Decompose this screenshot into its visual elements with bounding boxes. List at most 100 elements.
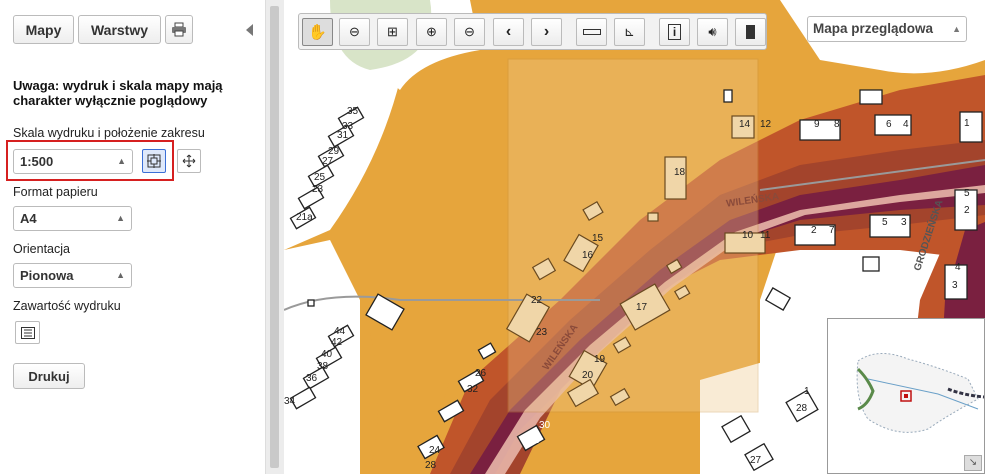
list-icon [20,326,35,339]
house-number: 10 [742,230,754,241]
hand-pan-icon: ✋ [308,24,327,41]
house-number: 3 [952,280,958,291]
house-number: 2 [964,205,970,216]
map-toolbar: ✋ ⊖ ⊞ ⊕ ⊖ ‹ › ⊾ i 🔊︎ [298,13,767,50]
calculator-icon [746,25,755,39]
print-button[interactable]: Drukuj [13,363,85,389]
frame-select-icon [147,154,161,168]
paper-select[interactable]: A4 ▲ [13,206,132,231]
house-number: 7 [829,225,835,236]
select-arrow-icon: ▲ [116,270,125,280]
printer-icon [172,22,186,37]
house-number: 28 [425,460,437,471]
house-number: 28 [796,403,808,414]
info-icon: i [667,24,682,40]
print-tab-button[interactable] [165,15,193,44]
zoom-out-box-icon: ⊖ [349,24,360,39]
tab-maps[interactable]: Mapy [13,15,74,44]
next-extent-button[interactable]: › [531,18,562,46]
orientation-label: Orientacja [13,242,70,256]
paper-label: Format papieru [13,185,98,199]
house-number: 17 [636,302,648,313]
house-number: 1 [964,118,970,129]
next-extent-icon: › [543,23,550,40]
orientation-value: Pionowa [20,268,74,283]
orientation-select[interactable]: Pionowa ▲ [13,263,132,288]
house-number: 20 [582,370,594,381]
contents-label: Zawartość wydruku [13,299,121,313]
zoom-box-button[interactable]: ⊖ [339,18,370,46]
house-number: 27 [750,455,762,466]
house-number: 42 [331,337,343,348]
speaker-icon: 🔊︎ [708,24,717,39]
overview-map[interactable]: ↘ [827,318,985,474]
house-number: 5 [964,188,970,199]
house-number: 2 [811,225,817,236]
prev-extent-button[interactable]: ‹ [493,18,524,46]
house-number: 4 [903,119,909,130]
tab-layers[interactable]: Warstwy [78,15,161,44]
prev-extent-icon: ‹ [505,23,512,40]
measure-distance-button[interactable] [576,18,607,46]
move-extent-button[interactable] [177,149,201,173]
house-number: 21 [528,435,540,446]
house-number: 27 [322,156,334,167]
pan-button[interactable]: ✋ [302,18,333,46]
house-number: 23 [536,327,548,338]
measure-area-button[interactable]: ⊾ [614,18,645,46]
house-number: 21a [296,212,313,223]
house-number: 38 [317,361,329,372]
house-number: 22 [531,295,543,306]
measure-distance-icon [582,29,601,35]
house-number: 24 [429,445,441,456]
house-number: 12 [760,119,772,130]
zoom-out-button[interactable]: ⊖ [454,18,485,46]
print-notice: Uwaga: wydruk i skala mapy mają charakte… [13,78,223,108]
zoom-in-icon: ⊕ [426,24,437,39]
house-number: 11 [760,230,771,241]
paper-value: A4 [20,211,37,226]
house-number: 36 [306,373,318,384]
house-number: 35 [347,106,359,117]
full-extent-icon: ⊞ [387,24,398,39]
house-number: 31 [337,130,349,141]
house-number: 5 [882,217,888,228]
overview-canvas [856,353,985,433]
panel-splitter[interactable] [266,0,284,474]
house-number: 19 [594,354,606,365]
house-number: 8 [834,119,840,130]
house-number: 30 [539,420,551,431]
house-number: 14 [739,119,751,130]
scale-select[interactable]: 1:500 ▲ [13,149,133,174]
contents-button[interactable] [15,321,40,344]
house-number: 4 [955,262,961,273]
info-button[interactable]: i [659,18,690,46]
measure-area-icon: ⊾ [624,24,635,39]
house-number: 25 [314,172,326,183]
house-number: 40 [321,349,333,360]
house-number: 15 [592,233,604,244]
full-extent-button[interactable]: ⊞ [377,18,408,46]
resize-corner-icon[interactable]: ↘ [964,455,982,471]
zoom-in-button[interactable]: ⊕ [416,18,447,46]
basemap-select[interactable]: Mapa przeglądowa ▲ [807,16,967,42]
house-number: 6 [886,119,892,130]
house-number: 9 [814,119,820,130]
house-number: 3 [901,217,907,228]
house-number: 1 [804,386,810,397]
move-arrows-icon [182,154,196,168]
set-extent-button[interactable] [142,149,166,173]
splitter-handle[interactable] [270,6,279,468]
speaker-button[interactable]: 🔊︎ [697,18,728,46]
collapse-panel-icon[interactable] [246,24,253,36]
house-number: 16 [582,250,594,261]
house-number: 18 [674,167,686,178]
select-arrow-icon: ▲ [117,156,126,166]
zoom-out-icon: ⊖ [464,24,475,39]
basemap-value: Mapa przeglądowa [813,21,934,36]
select-arrow-icon: ▲ [952,24,961,34]
house-number: 23 [312,184,324,195]
calculator-button[interactable] [735,18,766,46]
scale-value: 1:500 [20,154,54,169]
scale-label: Skala wydruku i położenie zakresu [13,126,205,140]
